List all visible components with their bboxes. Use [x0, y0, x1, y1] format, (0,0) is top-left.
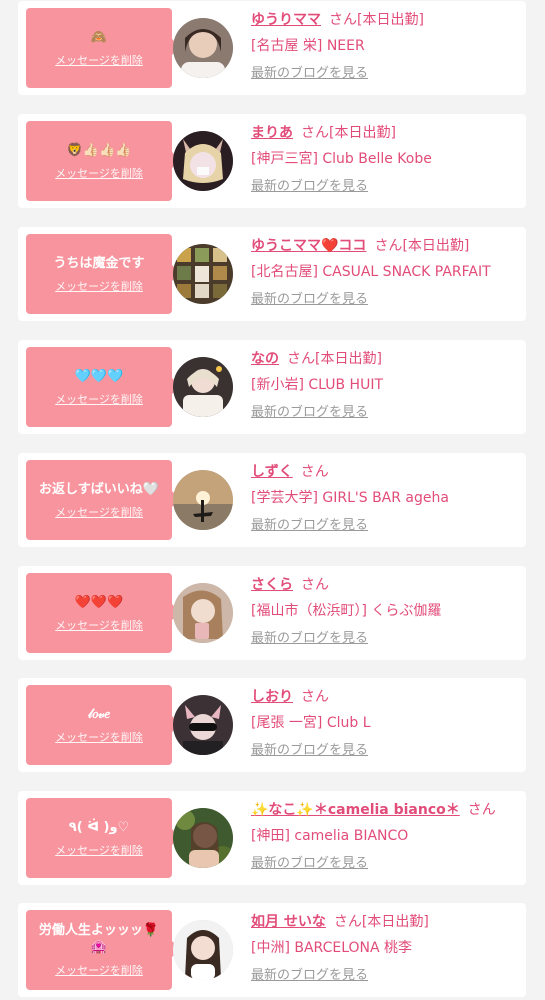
- shop-name: [神戸三宮] Club Belle Kobe: [251, 151, 432, 167]
- message-card: 労働人生よッッッ🌹🏩 メッセージを削除 如月 せいな さん[本日出勤] [中洲] …: [18, 903, 526, 997]
- honorific: さん: [301, 689, 329, 705]
- attendance-status: [本日出勤]: [361, 914, 429, 930]
- delete-message-link[interactable]: メッセージを削除: [55, 504, 143, 520]
- honorific: さん: [333, 914, 362, 930]
- avatar[interactable]: [173, 357, 233, 417]
- message-card: うちは魔金です メッセージを削除 ゆうこママ❤️ココ さん[本日出勤] [北名古屋…: [18, 227, 526, 321]
- shop-name: [神田] camelia BIANCO: [251, 828, 409, 844]
- honorific: さん: [467, 802, 496, 818]
- cast-name-link[interactable]: さくら: [251, 577, 293, 593]
- delete-message-link[interactable]: メッセージを削除: [55, 52, 143, 68]
- honorific: さん: [374, 238, 403, 254]
- message-bubble: お返しすばいいね🤍 メッセージを削除: [26, 460, 180, 540]
- attendance-status: [本日出勤]: [329, 125, 396, 141]
- delete-message-link[interactable]: メッセージを削除: [55, 391, 143, 407]
- message-text: ❤️❤️❤️: [74, 594, 124, 610]
- latest-blog-link[interactable]: 最新のブログを見る: [251, 290, 521, 310]
- honorific: さん: [301, 577, 329, 593]
- avatar[interactable]: [173, 808, 233, 868]
- shop-name: [尾張 一宮] Club L: [251, 715, 371, 731]
- avatar[interactable]: [173, 470, 233, 530]
- avatar[interactable]: [173, 695, 233, 755]
- avatar[interactable]: [173, 244, 233, 304]
- message-bubble: 𝓁𝑜𝓋𝑒 メッセージを削除: [26, 685, 180, 765]
- attendance-status: [本日出勤]: [357, 12, 424, 28]
- message-text: 労働人生よッッッ🌹🏩: [38, 923, 160, 955]
- message-card: 𝓁𝑜𝓋𝑒 メッセージを削除 しおり さん [尾張 一宮] Club L 最新のブロ…: [18, 678, 526, 772]
- shop-name: [学芸大学] GIRL'S BAR ageha: [251, 490, 449, 506]
- cast-name-link[interactable]: ゆうこママ❤️ココ: [251, 238, 366, 254]
- message-bubble: ❤️❤️❤️ メッセージを削除: [26, 573, 180, 653]
- latest-blog-link[interactable]: 最新のブログを見る: [251, 966, 521, 986]
- shop-name: [福山市（松浜町）] くらぶ伽羅: [251, 603, 442, 619]
- message-card: ❤️❤️❤️ メッセージを削除 さくら さん [福山市（松浜町）] くらぶ伽羅 最…: [18, 566, 526, 660]
- delete-message-link[interactable]: メッセージを削除: [55, 842, 143, 858]
- avatar[interactable]: [173, 131, 233, 191]
- cast-name-link[interactable]: ✨なこ✨＊camelia bianco＊: [251, 802, 460, 818]
- delete-message-link[interactable]: メッセージを削除: [55, 962, 143, 978]
- cast-name-link[interactable]: まりあ: [251, 125, 293, 141]
- latest-blog-link[interactable]: 最新のブログを見る: [251, 854, 521, 874]
- message-bubble: 労働人生よッッッ🌹🏩 メッセージを削除: [26, 910, 180, 990]
- honorific: さん: [300, 464, 329, 480]
- message-text: 🙈: [90, 29, 108, 45]
- avatar[interactable]: [173, 583, 233, 643]
- cast-name-link[interactable]: ゆうりママ: [251, 12, 321, 28]
- message-card: 🙈 メッセージを削除 ゆうりママ さん[本日出勤] [名古屋 栄] NEER 最新…: [18, 1, 526, 95]
- message-bubble: 🩵🩵🩵 メッセージを削除: [26, 347, 180, 427]
- delete-message-link[interactable]: メッセージを削除: [55, 278, 143, 294]
- message-bubble: 🦁👍🏻👍🏻👍🏻 メッセージを削除: [26, 121, 180, 201]
- message-text: 🦁👍🏻👍🏻👍🏻: [66, 142, 132, 158]
- message-text: うちは魔金です: [53, 255, 145, 271]
- message-card: ٩( ᐛ )و♡ メッセージを削除 ✨なこ✨＊camelia bianco＊ さん…: [18, 791, 526, 885]
- latest-blog-link[interactable]: 最新のブログを見る: [251, 741, 521, 761]
- message-bubble: うちは魔金です メッセージを削除: [26, 234, 180, 314]
- latest-blog-link[interactable]: 最新のブログを見る: [251, 629, 521, 649]
- shop-name: [北名古屋] CASUAL SNACK PARFAIT: [251, 264, 491, 280]
- message-card: 🦁👍🏻👍🏻👍🏻 メッセージを削除 まりあ さん[本日出勤] [神戸三宮] Club…: [18, 114, 526, 208]
- shop-name: [中洲] BARCELONA 桃李: [251, 940, 413, 956]
- shop-name: [新小岩] CLUB HUIT: [251, 377, 384, 393]
- latest-blog-link[interactable]: 最新のブログを見る: [251, 403, 521, 423]
- message-bubble: ٩( ᐛ )و♡ メッセージを削除: [26, 798, 180, 878]
- cast-name-link[interactable]: なの: [251, 351, 279, 367]
- shop-name: [名古屋 栄] NEER: [251, 38, 365, 54]
- avatar[interactable]: [173, 18, 233, 78]
- attendance-status: [本日出勤]: [402, 238, 470, 254]
- cast-name-link[interactable]: しおり: [251, 689, 293, 705]
- message-text: 𝓁𝑜𝓋𝑒: [88, 706, 110, 722]
- latest-blog-link[interactable]: 最新のブログを見る: [251, 177, 521, 197]
- latest-blog-link[interactable]: 最新のブログを見る: [251, 64, 521, 84]
- message-card: 🩵🩵🩵 メッセージを削除 なの さん[本日出勤] [新小岩] CLUB HUIT …: [18, 340, 526, 434]
- avatar[interactable]: [173, 920, 233, 980]
- message-text: お返しすばいいね🤍: [39, 481, 159, 497]
- message-card: お返しすばいいね🤍 メッセージを削除 しずく さん [学芸大学] GIRL'S B…: [18, 453, 526, 547]
- delete-message-link[interactable]: メッセージを削除: [55, 617, 143, 633]
- message-bubble: 🙈 メッセージを削除: [26, 8, 180, 88]
- message-text: ٩( ᐛ )و♡: [68, 819, 130, 835]
- delete-message-link[interactable]: メッセージを削除: [55, 729, 143, 745]
- delete-message-link[interactable]: メッセージを削除: [55, 165, 143, 181]
- latest-blog-link[interactable]: 最新のブログを見る: [251, 516, 521, 536]
- message-list: 🙈 メッセージを削除 ゆうりママ さん[本日出勤] [名古屋 栄] NEER 最新…: [0, 0, 545, 1000]
- honorific: さん: [287, 351, 315, 367]
- honorific: さん: [329, 12, 357, 28]
- honorific: さん: [301, 125, 329, 141]
- cast-name-link[interactable]: 如月 せいな: [251, 914, 326, 930]
- cast-name-link[interactable]: しずく: [251, 464, 293, 480]
- message-text: 🩵🩵🩵: [74, 368, 124, 384]
- attendance-status: [本日出勤]: [315, 351, 382, 367]
